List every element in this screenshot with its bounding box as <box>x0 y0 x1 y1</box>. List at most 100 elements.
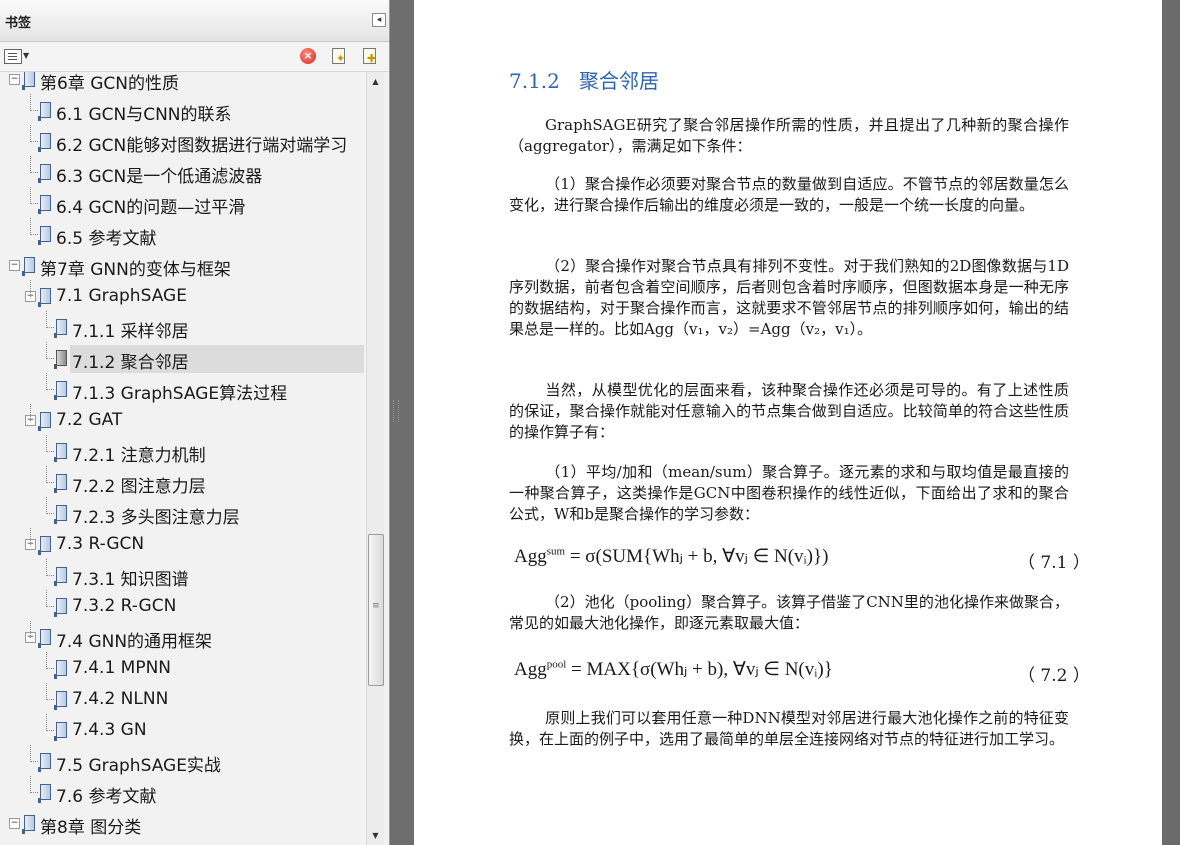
collapse-toggle-icon[interactable]: − <box>9 818 20 829</box>
bookmark-label-area[interactable]: 7.2 GAT <box>54 407 364 435</box>
scroll-up-icon[interactable]: ▲ <box>367 74 384 90</box>
scroll-down-icon[interactable]: ▼ <box>367 828 384 844</box>
bookmark-label-area[interactable]: 第8章 图分类 <box>38 810 364 838</box>
bookmark-label-area[interactable]: 7.4.2 NLNN <box>70 686 364 714</box>
bookmark-label-area[interactable]: 第6章 GCN的性质 <box>38 72 364 94</box>
delete-bookmark-button[interactable]: × <box>300 48 316 64</box>
bookmark-label-area[interactable]: 6.5 参考文献 <box>54 221 364 249</box>
scroll-thumb[interactable]: ≡ <box>368 534 384 686</box>
bookmark-label: 7.1.3 GraphSAGE算法过程 <box>72 384 288 404</box>
bookmark-label-area[interactable]: 7.3.1 知识图谱 <box>70 562 364 590</box>
bookmark-label-area[interactable]: 7.1 GraphSAGE <box>54 283 364 311</box>
document-page: 7.1.2 聚合邻居 GraphSAGE研究了聚合邻居操作所需的性质，并且提出了… <box>414 0 1162 845</box>
bookmark-label-area[interactable]: 7.4.3 GN <box>70 717 364 745</box>
bookmark-label: 第6章 GCN的性质 <box>40 74 179 94</box>
bookmark-tree: − 第6章 GCN的性质 6.1 GCN与CNN的联系 6.2 GCN能够对图数据进行… <box>0 72 366 845</box>
new-bookmark-button[interactable]: ✚ <box>361 48 377 65</box>
bookmark-item[interactable]: 6.4 GCN的问题—过平滑 <box>0 187 366 221</box>
tree-connector <box>30 156 31 173</box>
paragraph-condition-2: （2）聚合操作对聚合节点具有排列不变性。对于我们熟知的2D图像数据与1D序列数据… <box>509 257 1069 338</box>
bookmark-item[interactable]: 7.4.3 GN <box>0 714 366 748</box>
bookmark-label: 7.1.2 聚合邻居 <box>72 353 189 373</box>
bookmark-label-area[interactable]: 7.1.3 GraphSAGE算法过程 <box>70 376 364 404</box>
bookmark-icon <box>38 629 51 648</box>
bookmark-icon <box>22 815 35 834</box>
bookmark-label: 7.2.3 多头图注意力层 <box>72 508 240 528</box>
bookmark-label-area[interactable]: 7.1.1 采样邻居 <box>70 314 364 342</box>
delete-icon: × <box>303 49 313 62</box>
splitter-grip-icon[interactable] <box>393 400 399 422</box>
bookmark-item[interactable]: 7.3.2 R-GCN <box>0 590 366 624</box>
bookmark-item[interactable]: 7.1.3 GraphSAGE算法过程 <box>0 373 366 407</box>
panel-splitter[interactable] <box>390 0 414 845</box>
bookmark-label: 6.1 GCN与CNN的联系 <box>56 105 232 125</box>
tree-connector <box>46 590 47 607</box>
bookmark-label-area[interactable]: 7.4 GNN的通用框架 <box>54 624 364 652</box>
viewer-background <box>1162 0 1180 845</box>
bookmark-item[interactable]: 7.3.1 知识图谱 <box>0 559 366 593</box>
bookmark-label: 7.2 GAT <box>56 410 123 430</box>
collapse-toggle-icon[interactable]: − <box>9 74 20 85</box>
tree-connector <box>30 776 31 793</box>
bookmark-label-area[interactable]: 7.1.2 聚合邻居 <box>70 345 364 373</box>
bookmark-label-area[interactable]: 7.6 参考文献 <box>54 779 364 807</box>
bookmark-item[interactable]: −7.3 R-GCN <box>0 528 366 562</box>
bookmark-item[interactable]: 6.3 GCN是一个低通滤波器 <box>0 156 366 190</box>
bookmark-label-area[interactable]: 7.3.2 R-GCN <box>70 593 364 621</box>
collapse-panel-button[interactable]: ◂ <box>372 13 386 27</box>
bookmark-item[interactable]: 7.1.1 采样邻居 <box>0 311 366 345</box>
tree-connector <box>46 513 54 514</box>
tree-connector <box>30 187 31 204</box>
tree-connector <box>46 559 47 576</box>
tree-connector <box>46 466 47 483</box>
tree-connector <box>30 110 38 111</box>
bookmark-label-area[interactable]: 7.5 GraphSAGE实战 <box>54 748 364 776</box>
bookmark-icon <box>38 226 51 245</box>
bookmark-item[interactable]: 6.2 GCN能够对图数据进行端对端学习 <box>0 125 366 159</box>
bookmark-label-area[interactable]: 7.2.3 多头图注意力层 <box>70 500 364 528</box>
bookmark-item[interactable]: − 第6章 GCN的性质 <box>0 72 366 97</box>
bookmark-item[interactable]: 7.6 参考文献 <box>0 776 366 810</box>
collapse-toggle-icon[interactable]: − <box>9 260 20 271</box>
expand-icon: ✦ <box>336 52 346 65</box>
bookmark-label: 第8章 图分类 <box>40 818 142 838</box>
paragraph-dnn: 原则上我们可以套用任意一种DNN模型对邻居进行最大池化操作之前的特征变换，在上面… <box>509 709 1069 748</box>
bookmark-item[interactable]: 7.2.2 图注意力层 <box>0 466 366 500</box>
expand-bookmark-button[interactable]: ✦ <box>330 48 346 65</box>
bookmark-label: 6.2 GCN能够对图数据进行端对端学习 <box>56 136 348 156</box>
tree-connector <box>46 699 54 700</box>
bookmark-item[interactable]: 6.1 GCN与CNN的联系 <box>0 94 366 128</box>
bookmark-label-area[interactable]: 7.3 R-GCN <box>54 531 364 559</box>
bookmark-label-area[interactable]: 6.3 GCN是一个低通滤波器 <box>54 159 364 187</box>
bookmark-item[interactable]: −7.1 GraphSAGE <box>0 280 366 314</box>
bookmark-item[interactable]: −7.4 GNN的通用框架 <box>0 621 366 655</box>
bookmark-item[interactable]: 7.1.2 聚合邻居 <box>0 342 366 376</box>
bookmark-item[interactable]: − 第7章 GNN的变体与框架 <box>0 252 366 283</box>
bookmark-label-area[interactable]: 7.2.1 注意力机制 <box>70 438 364 466</box>
bookmark-label-area[interactable]: 6.2 GCN能够对图数据进行端对端学习 <box>54 128 364 156</box>
bookmark-scrollbar[interactable]: ▲ ≡ ▼ <box>366 72 384 845</box>
bookmark-label-area[interactable]: 7.4.1 MPNN <box>70 655 364 683</box>
tree-connector <box>46 342 47 359</box>
bookmark-item[interactable]: − 第8章 图分类 <box>0 810 366 841</box>
bookmark-item[interactable]: 7.2.3 多头图注意力层 <box>0 497 366 531</box>
bookmark-item[interactable]: 7.4.2 NLNN <box>0 683 366 717</box>
bookmark-label-area[interactable]: 6.4 GCN的问题—过平滑 <box>54 190 364 218</box>
bookmark-item[interactable]: 7.5 GraphSAGE实战 <box>0 745 366 779</box>
bookmark-item[interactable]: 6.5 参考文献 <box>0 218 366 252</box>
bookmark-item[interactable]: 7.2.1 注意力机制 <box>0 435 366 469</box>
bookmark-label-area[interactable]: 6.1 GCN与CNN的联系 <box>54 97 364 125</box>
bookmark-label-area[interactable]: 第7章 GNN的变体与框架 <box>38 252 364 280</box>
bookmark-options-button[interactable]: ▼ <box>4 48 30 64</box>
bookmark-item[interactable]: −7.2 GAT <box>0 404 366 438</box>
new-bookmark-icon: ✚ <box>367 52 377 65</box>
tree-connector <box>30 218 31 235</box>
tree-connector <box>30 141 38 142</box>
chevron-down-icon: ▼ <box>23 51 30 60</box>
bookmark-item[interactable]: 7.4.1 MPNN <box>0 652 366 686</box>
bookmark-icon <box>22 257 35 276</box>
bookmark-label: 7.2.2 图注意力层 <box>72 477 206 497</box>
bookmark-label-area[interactable]: 7.2.2 图注意力层 <box>70 469 364 497</box>
paragraph-differentiable: 当然，从模型优化的层面来看，该种聚合操作还必须是可导的。有了上述性质的保证，聚合… <box>509 381 1069 441</box>
tree-connector <box>30 745 31 762</box>
